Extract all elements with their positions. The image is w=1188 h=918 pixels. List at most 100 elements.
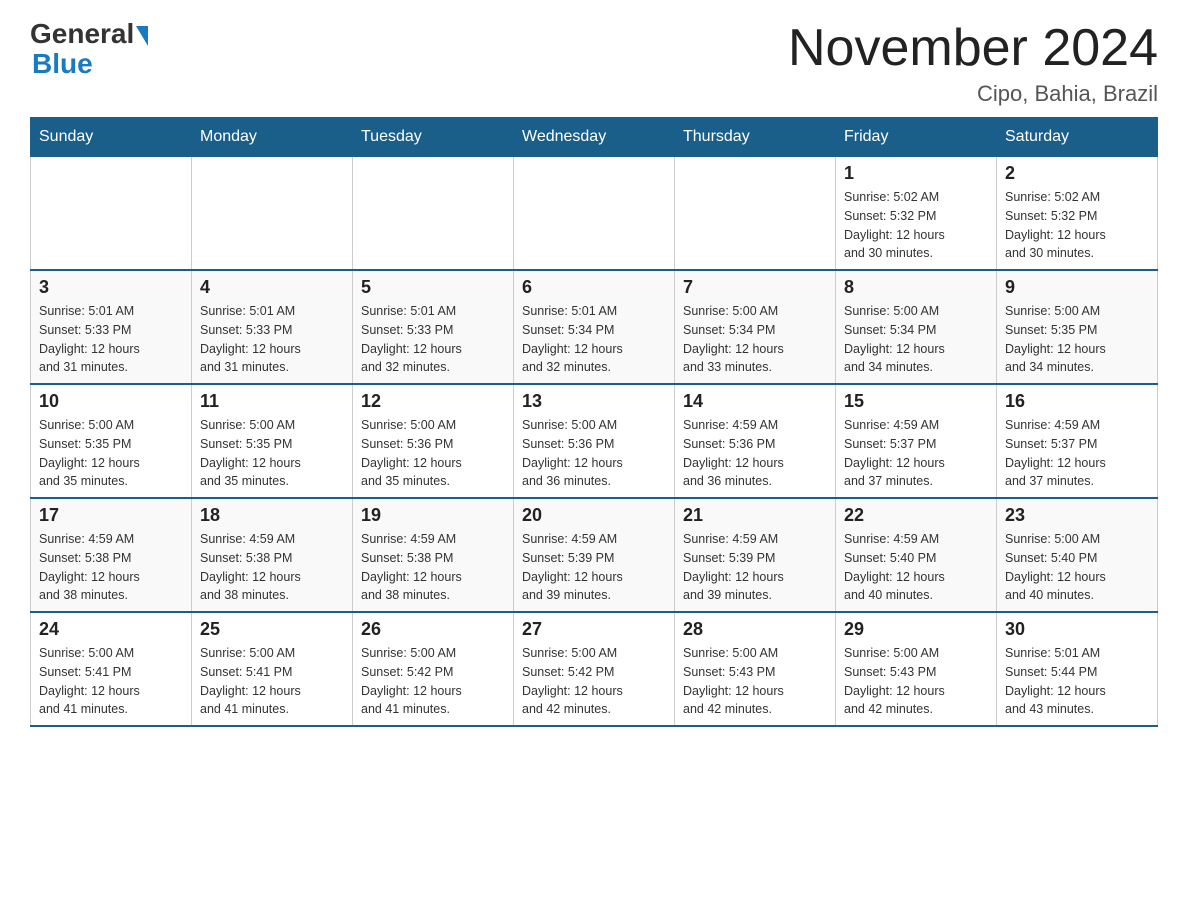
calendar-day-cell: 8 Sunrise: 5:00 AM Sunset: 5:34 PM Daylig… (836, 270, 997, 384)
calendar-day-cell: 16 Sunrise: 4:59 AM Sunset: 5:37 PM Dayli… (997, 384, 1158, 498)
day-number: 14 (683, 391, 827, 412)
calendar-day-cell: 28 Sunrise: 5:00 AM Sunset: 5:43 PM Dayli… (675, 612, 836, 726)
calendar-day-cell: 6Sunrise: 5:01 AM Sunset: 5:34 PM Daylig… (514, 270, 675, 384)
day-info: Sunrise: 5:00 AM Sunset: 5:40 PM Dayligh… (1005, 530, 1149, 605)
page-header: General Blue November 2024 Cipo, Bahia, … (30, 20, 1158, 107)
day-info: Sunrise: 5:00 AM Sunset: 5:35 PM Dayligh… (39, 416, 183, 491)
logo: General Blue (30, 20, 150, 80)
day-number: 1 (844, 163, 988, 184)
calendar-day-cell: 18Sunrise: 4:59 AM Sunset: 5:38 PM Dayli… (192, 498, 353, 612)
calendar-day-cell (31, 157, 192, 271)
day-of-week-header: Thursday (675, 118, 836, 157)
day-number: 3 (39, 277, 183, 298)
calendar-day-cell: 9Sunrise: 5:00 AM Sunset: 5:35 PM Daylig… (997, 270, 1158, 384)
calendar-week-row: 24 Sunrise: 5:00 AM Sunset: 5:41 PM Dayli… (31, 612, 1158, 726)
day-info: Sunrise: 5:00 AM Sunset: 5:34 PM Dayligh… (844, 302, 988, 377)
day-number: 28 (683, 619, 827, 640)
calendar-day-cell: 3 Sunrise: 5:01 AM Sunset: 5:33 PM Daylig… (31, 270, 192, 384)
day-info: Sunrise: 5:01 AM Sunset: 5:33 PM Dayligh… (200, 302, 344, 377)
calendar-day-cell: 7 Sunrise: 5:00 AM Sunset: 5:34 PM Daylig… (675, 270, 836, 384)
day-info: Sunrise: 4:59 AM Sunset: 5:38 PM Dayligh… (361, 530, 505, 605)
day-info: Sunrise: 5:01 AM Sunset: 5:33 PM Dayligh… (39, 302, 183, 377)
calendar-week-row: 3 Sunrise: 5:01 AM Sunset: 5:33 PM Daylig… (31, 270, 1158, 384)
day-number: 9 (1005, 277, 1149, 298)
calendar-day-cell (353, 157, 514, 271)
calendar-day-cell: 1 Sunrise: 5:02 AM Sunset: 5:32 PM Daylig… (836, 157, 997, 271)
calendar-day-cell: 23 Sunrise: 5:00 AM Sunset: 5:40 PM Dayli… (997, 498, 1158, 612)
calendar-day-cell: 20 Sunrise: 4:59 AM Sunset: 5:39 PM Dayli… (514, 498, 675, 612)
day-number: 30 (1005, 619, 1149, 640)
day-info: Sunrise: 4:59 AM Sunset: 5:38 PM Dayligh… (39, 530, 183, 605)
calendar-day-cell: 26 Sunrise: 5:00 AM Sunset: 5:42 PM Dayli… (353, 612, 514, 726)
day-of-week-header: Sunday (31, 118, 192, 157)
calendar-day-cell: 11 Sunrise: 5:00 AM Sunset: 5:35 PM Dayli… (192, 384, 353, 498)
day-number: 2 (1005, 163, 1149, 184)
day-info: Sunrise: 5:00 AM Sunset: 5:41 PM Dayligh… (39, 644, 183, 719)
calendar-day-cell: 30 Sunrise: 5:01 AM Sunset: 5:44 PM Dayli… (997, 612, 1158, 726)
day-number: 25 (200, 619, 344, 640)
day-info: Sunrise: 5:01 AM Sunset: 5:44 PM Dayligh… (1005, 644, 1149, 719)
calendar-day-cell: 15 Sunrise: 4:59 AM Sunset: 5:37 PM Dayli… (836, 384, 997, 498)
calendar-week-row: 1 Sunrise: 5:02 AM Sunset: 5:32 PM Daylig… (31, 157, 1158, 271)
day-number: 13 (522, 391, 666, 412)
day-number: 23 (1005, 505, 1149, 526)
day-number: 26 (361, 619, 505, 640)
day-of-week-header: Tuesday (353, 118, 514, 157)
day-info: Sunrise: 5:01 AM Sunset: 5:34 PM Dayligh… (522, 302, 666, 377)
day-info: Sunrise: 4:59 AM Sunset: 5:37 PM Dayligh… (1005, 416, 1149, 491)
day-info: Sunrise: 5:00 AM Sunset: 5:42 PM Dayligh… (522, 644, 666, 719)
calendar-table: SundayMondayTuesdayWednesdayThursdayFrid… (30, 117, 1158, 727)
calendar-day-cell: 29 Sunrise: 5:00 AM Sunset: 5:43 PM Dayli… (836, 612, 997, 726)
day-number: 17 (39, 505, 183, 526)
calendar-day-cell: 17 Sunrise: 4:59 AM Sunset: 5:38 PM Dayli… (31, 498, 192, 612)
calendar-day-cell: 21Sunrise: 4:59 AM Sunset: 5:39 PM Dayli… (675, 498, 836, 612)
day-info: Sunrise: 4:59 AM Sunset: 5:40 PM Dayligh… (844, 530, 988, 605)
day-info: Sunrise: 5:00 AM Sunset: 5:36 PM Dayligh… (522, 416, 666, 491)
calendar-week-row: 17 Sunrise: 4:59 AM Sunset: 5:38 PM Dayli… (31, 498, 1158, 612)
day-of-week-header: Monday (192, 118, 353, 157)
day-number: 7 (683, 277, 827, 298)
logo-blue-text: Blue (30, 48, 93, 80)
day-info: Sunrise: 5:00 AM Sunset: 5:43 PM Dayligh… (844, 644, 988, 719)
day-info: Sunrise: 5:00 AM Sunset: 5:36 PM Dayligh… (361, 416, 505, 491)
day-info: Sunrise: 4:59 AM Sunset: 5:37 PM Dayligh… (844, 416, 988, 491)
day-number: 11 (200, 391, 344, 412)
day-number: 20 (522, 505, 666, 526)
calendar-day-cell: 24 Sunrise: 5:00 AM Sunset: 5:41 PM Dayli… (31, 612, 192, 726)
day-number: 12 (361, 391, 505, 412)
day-of-week-header: Saturday (997, 118, 1158, 157)
calendar-day-cell: 19 Sunrise: 4:59 AM Sunset: 5:38 PM Dayli… (353, 498, 514, 612)
calendar-day-cell: 13 Sunrise: 5:00 AM Sunset: 5:36 PM Dayli… (514, 384, 675, 498)
day-number: 16 (1005, 391, 1149, 412)
day-info: Sunrise: 5:00 AM Sunset: 5:41 PM Dayligh… (200, 644, 344, 719)
calendar-week-row: 10Sunrise: 5:00 AM Sunset: 5:35 PM Dayli… (31, 384, 1158, 498)
day-number: 15 (844, 391, 988, 412)
day-number: 8 (844, 277, 988, 298)
day-info: Sunrise: 5:00 AM Sunset: 5:34 PM Dayligh… (683, 302, 827, 377)
day-number: 29 (844, 619, 988, 640)
calendar-day-cell: 12 Sunrise: 5:00 AM Sunset: 5:36 PM Dayli… (353, 384, 514, 498)
day-info: Sunrise: 5:00 AM Sunset: 5:43 PM Dayligh… (683, 644, 827, 719)
day-info: Sunrise: 5:02 AM Sunset: 5:32 PM Dayligh… (1005, 188, 1149, 263)
day-info: Sunrise: 5:00 AM Sunset: 5:35 PM Dayligh… (200, 416, 344, 491)
calendar-day-cell: 5Sunrise: 5:01 AM Sunset: 5:33 PM Daylig… (353, 270, 514, 384)
day-number: 5 (361, 277, 505, 298)
day-number: 4 (200, 277, 344, 298)
month-title: November 2024 (788, 20, 1158, 77)
day-number: 18 (200, 505, 344, 526)
day-info: Sunrise: 5:00 AM Sunset: 5:42 PM Dayligh… (361, 644, 505, 719)
location-text: Cipo, Bahia, Brazil (788, 81, 1158, 107)
day-info: Sunrise: 5:02 AM Sunset: 5:32 PM Dayligh… (844, 188, 988, 263)
calendar-day-cell: 14Sunrise: 4:59 AM Sunset: 5:36 PM Dayli… (675, 384, 836, 498)
day-info: Sunrise: 4:59 AM Sunset: 5:39 PM Dayligh… (522, 530, 666, 605)
calendar-day-cell (675, 157, 836, 271)
day-number: 24 (39, 619, 183, 640)
day-number: 19 (361, 505, 505, 526)
calendar-day-cell: 2 Sunrise: 5:02 AM Sunset: 5:32 PM Daylig… (997, 157, 1158, 271)
day-of-week-header: Friday (836, 118, 997, 157)
title-section: November 2024 Cipo, Bahia, Brazil (788, 20, 1158, 107)
day-number: 27 (522, 619, 666, 640)
calendar-day-cell: 25 Sunrise: 5:00 AM Sunset: 5:41 PM Dayli… (192, 612, 353, 726)
calendar-day-cell (192, 157, 353, 271)
calendar-header-row: SundayMondayTuesdayWednesdayThursdayFrid… (31, 118, 1158, 157)
